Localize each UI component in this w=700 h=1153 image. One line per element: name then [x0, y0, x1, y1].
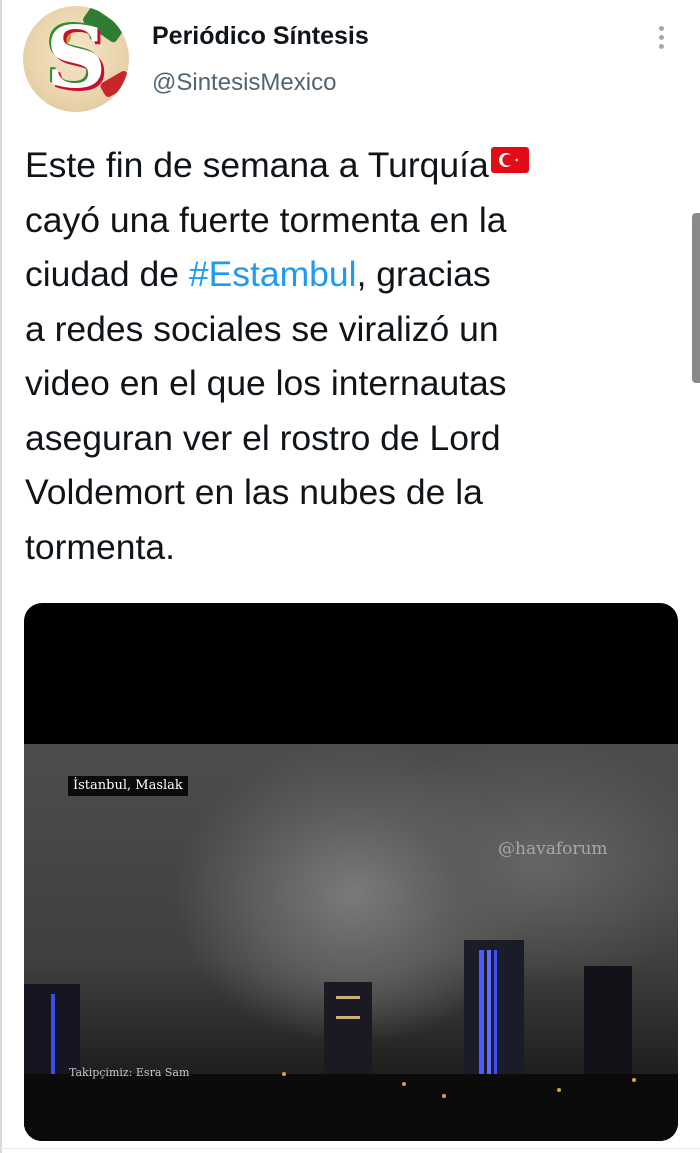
tweet-line-2: cayó una fuerte tormenta en la [25, 199, 507, 240]
turkey-flag-icon [490, 147, 529, 173]
more-vertical-icon[interactable] [646, 22, 676, 54]
sintesis-logo-icon: S [45, 8, 107, 107]
avatar[interactable]: S [23, 6, 129, 112]
tweet-line-1: Este fin de semana a Turquía [25, 145, 489, 185]
scrollbar[interactable] [692, 213, 700, 383]
user-handle[interactable]: @SintesisMexico [152, 67, 336, 99]
tweet-line-7: Voldemort en las nubes de la [25, 472, 483, 512]
hashtag-link[interactable]: #Estambul [189, 254, 357, 294]
video-frame [24, 744, 678, 1141]
video-watermark: @havaforum [498, 839, 608, 859]
video-location-label: İstanbul, Maslak [68, 776, 188, 796]
city-skyline-image [24, 940, 678, 1141]
bottom-divider [0, 1148, 700, 1149]
tweet-line-4: a redes sociales se viralizó un [25, 308, 499, 349]
tweet-line-6: aseguran ver el rostro de Lord [25, 417, 501, 458]
tweet-media-video[interactable]: İstanbul, Maslak @havaforum Takipçimiz: … [24, 603, 678, 1141]
video-credit: Takipçimiz: Esra Sam [69, 1066, 190, 1079]
tweet-text: Este fin de semana a Turquía cayó una fu… [25, 138, 665, 574]
left-divider [0, 0, 2, 1153]
tweet-line-3-prefix: ciudad de [25, 254, 189, 294]
tweet-line-3-suffix: , gracias [356, 254, 491, 294]
tweet-line-8: tormenta. [25, 526, 175, 567]
tweet-line-5: video en el que los internautas [25, 363, 507, 403]
display-name[interactable]: Periódico Síntesis [152, 20, 369, 52]
